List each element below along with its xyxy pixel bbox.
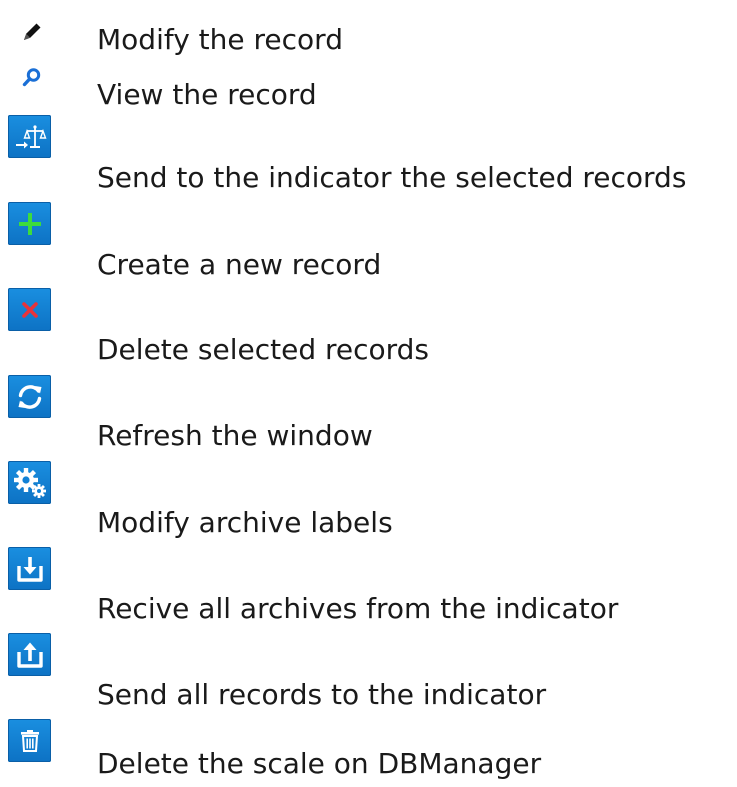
gears-icon[interactable]	[8, 461, 51, 504]
legend-label: Delete selected records	[97, 333, 430, 366]
legend-label: Modify archive labels	[97, 506, 393, 539]
legend-label: Create a new record	[97, 248, 382, 281]
upload-icon[interactable]	[8, 633, 51, 676]
legend-label: Modify the record	[97, 23, 343, 56]
trash-icon[interactable]	[8, 719, 51, 762]
send-to-scale-icon[interactable]	[8, 115, 51, 158]
legend-label: Send to the indicator the selected recor…	[97, 161, 687, 194]
legend-label: Refresh the window	[97, 419, 373, 452]
magnifier-icon[interactable]	[20, 66, 44, 90]
legend-label: Recive all archives from the indicator	[97, 592, 619, 625]
refresh-icon[interactable]	[8, 375, 51, 418]
plus-icon[interactable]	[8, 202, 51, 245]
pencil-icon[interactable]	[20, 20, 44, 44]
legend-label: View the record	[97, 78, 317, 111]
legend-label: Send all records to the indicator	[97, 678, 547, 711]
download-icon[interactable]	[8, 547, 51, 590]
x-icon[interactable]	[8, 288, 51, 331]
legend-label: Delete the scale on DBManager	[97, 747, 542, 780]
